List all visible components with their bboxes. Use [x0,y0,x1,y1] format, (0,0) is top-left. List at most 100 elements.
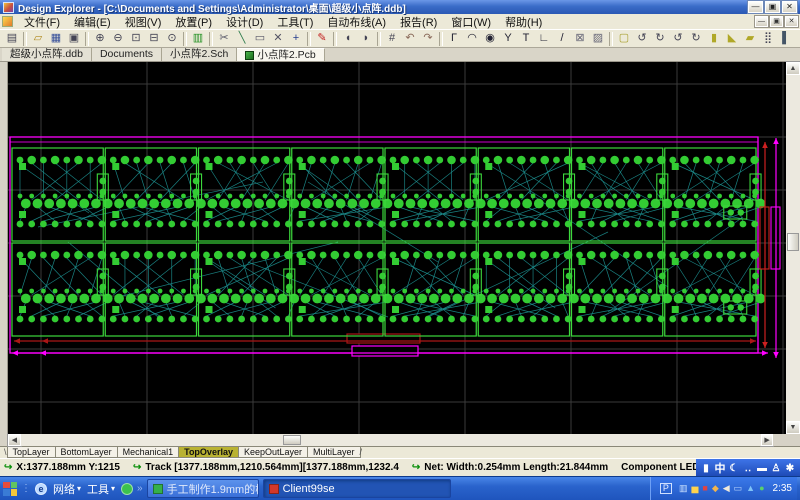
cutter-button[interactable]: ✂ [215,31,233,47]
language-bar[interactable]: ▮ 中 ☾ ‥ ▬ ♙ ✱ [696,459,800,476]
panel-toggle-left-button[interactable]: ▌ [777,31,795,47]
scroll-up-button[interactable]: ▲ [785,61,800,76]
scroll-down-button[interactable]: ▼ [785,420,800,435]
place-hatch-button[interactable]: ▨ [589,31,607,47]
grid-toggle-button[interactable]: # [383,31,401,47]
save-button[interactable]: ▦ [47,31,65,47]
print-button[interactable]: ▣ [65,31,83,47]
place-room-button[interactable]: ▢ [615,31,633,47]
split-plane-button[interactable]: ▰ [741,31,759,47]
ime-keyboard-icon[interactable]: ▬ [756,463,768,474]
menu-place[interactable]: 放置(P) [168,13,219,31]
select-area-button[interactable]: ▭ [251,31,269,47]
doc-tab-pcb[interactable]: 小点阵2.Pcb [237,48,325,61]
quick-browser[interactable]: e [35,482,47,495]
minimize-button[interactable]: — [747,0,764,14]
mdi-close-button[interactable]: ✕ [784,15,799,28]
tray-security-icon[interactable]: ● [759,484,764,493]
layer-toplayer[interactable]: TopLayer [6,447,56,458]
panel-toggle-right-button[interactable]: ▐ [795,31,800,47]
task-client99se[interactable]: Client99se [262,479,451,498]
tray-shield-icon[interactable]: ▲ [746,484,755,493]
ime-settings-icon[interactable]: ✱ [784,463,796,474]
tray-program-p-icon[interactable]: P [659,483,672,494]
undo-button[interactable]: ↶ [401,31,419,47]
tray-antivirus-icon[interactable]: ■ [702,484,707,493]
quicklaunch-overflow[interactable]: » [137,483,143,494]
toolbar-network[interactable]: 网络 ▾ [53,481,81,497]
zoom-window-button[interactable]: ⊡ [127,31,145,47]
task-handmade[interactable]: 手工制作1.9mm的模 [146,479,259,498]
ime-user-icon[interactable]: ♙ [770,463,782,474]
deselect-button[interactable]: ✕ [269,31,287,47]
layer-multilayer[interactable]: MultiLayer [307,447,361,458]
scroll-right-button[interactable]: ▶ [759,433,775,447]
layer-mechanical1[interactable]: Mechanical1 [116,447,180,458]
pcb-drawing[interactable] [8,62,786,434]
doc-tab-documents[interactable]: Documents [91,48,163,61]
place-via-button[interactable]: ◉ [481,31,499,47]
redo-button[interactable]: ↷ [419,31,437,47]
menu-autoroute[interactable]: 自动布线(A) [320,13,393,31]
place-arc-button[interactable]: ◠ [463,31,481,47]
menu-reports[interactable]: 报告(R) [393,13,444,31]
open-document-button[interactable]: ▱ [29,31,47,47]
menu-view[interactable]: 视图(V) [118,13,169,31]
rotate-ccw-button[interactable]: ↺ [633,31,651,47]
move-button[interactable]: + [287,31,305,47]
highlight-pen-button[interactable]: ✎ [313,31,331,47]
place-dimension-button[interactable]: ∟ [535,31,553,47]
menu-help[interactable]: 帮助(H) [498,13,549,31]
design-manager-button[interactable]: ▤ [3,31,21,47]
rotate-90-button[interactable]: ↺ [669,31,687,47]
array-place-button[interactable]: ⣿ [759,31,777,47]
flip-left-button[interactable]: ◖ [339,31,357,47]
menu-edit[interactable]: 编辑(E) [67,13,118,31]
menu-design[interactable]: 设计(D) [219,13,270,31]
rotate-180-button[interactable]: ↻ [687,31,705,47]
place-fill-button[interactable]: ▮ [705,31,723,47]
place-fill-cross-button[interactable]: ⊠ [571,31,589,47]
horizontal-scroll-thumb[interactable] [282,435,301,445]
quick-green-app[interactable] [121,482,134,495]
close-button[interactable]: ✕ [781,0,798,14]
tray-window-icon[interactable]: ▭ [734,484,743,493]
menu-window[interactable]: 窗口(W) [444,13,498,31]
place-track-button[interactable]: Г [445,31,463,47]
ime-punctuation-icon[interactable]: ‥ [742,463,754,474]
horizontal-scrollbar[interactable]: ◀ ▶ [0,433,800,447]
pcb-canvas[interactable] [8,62,786,434]
place-text-button[interactable]: T [517,31,535,47]
zoom-area-button[interactable]: ⊟ [145,31,163,47]
place-polygon-button[interactable]: ◣ [723,31,741,47]
place-pad-button[interactable]: Υ [499,31,517,47]
language-chinese-icon[interactable]: 中 [714,460,726,476]
doc-tab-sch[interactable]: 小点阵2.Sch [162,48,238,61]
tray-network-icon[interactable]: ▥ [679,484,688,493]
flip-right-button[interactable]: ◗ [357,31,375,47]
place-line-button[interactable]: / [553,31,571,47]
doc-tab-ddb[interactable]: 超级小点阵.ddb [2,48,92,61]
layer-bottomlayer[interactable]: BottomLayer [54,447,118,458]
vertical-scroll-track[interactable] [786,75,800,421]
zoom-point-button[interactable]: ⊙ [163,31,181,47]
mdi-minimize-button[interactable]: — [754,15,769,28]
wire-button[interactable]: ╲ [233,31,251,47]
panel-splitter[interactable] [0,62,8,434]
layer-topoverlay[interactable]: TopOverlay [178,447,239,458]
menu-tools[interactable]: 工具(T) [270,13,320,31]
scroll-left-button[interactable]: ◀ [6,433,22,447]
menu-file[interactable]: 文件(F) [17,13,67,31]
browse-component-button[interactable]: ▥ [189,31,207,47]
horizontal-scroll-track[interactable] [20,434,761,446]
tray-volume-icon[interactable]: ◀ [723,484,730,493]
ime-mode-moon-icon[interactable]: ☾ [728,463,740,474]
maximize-button[interactable]: ▣ [764,0,781,14]
vertical-scrollbar[interactable]: ▲ ▼ [785,61,800,435]
zoom-in-button[interactable]: ⊕ [91,31,109,47]
zoom-out-button[interactable]: ⊖ [109,31,127,47]
start-icon[interactable] [3,481,17,496]
tray-chart-icon[interactable]: ▅ [691,484,698,493]
toolbar-tools[interactable]: 工具 ▾ [87,481,115,497]
layer-keepoutlayer[interactable]: KeepOutLayer [237,447,309,458]
